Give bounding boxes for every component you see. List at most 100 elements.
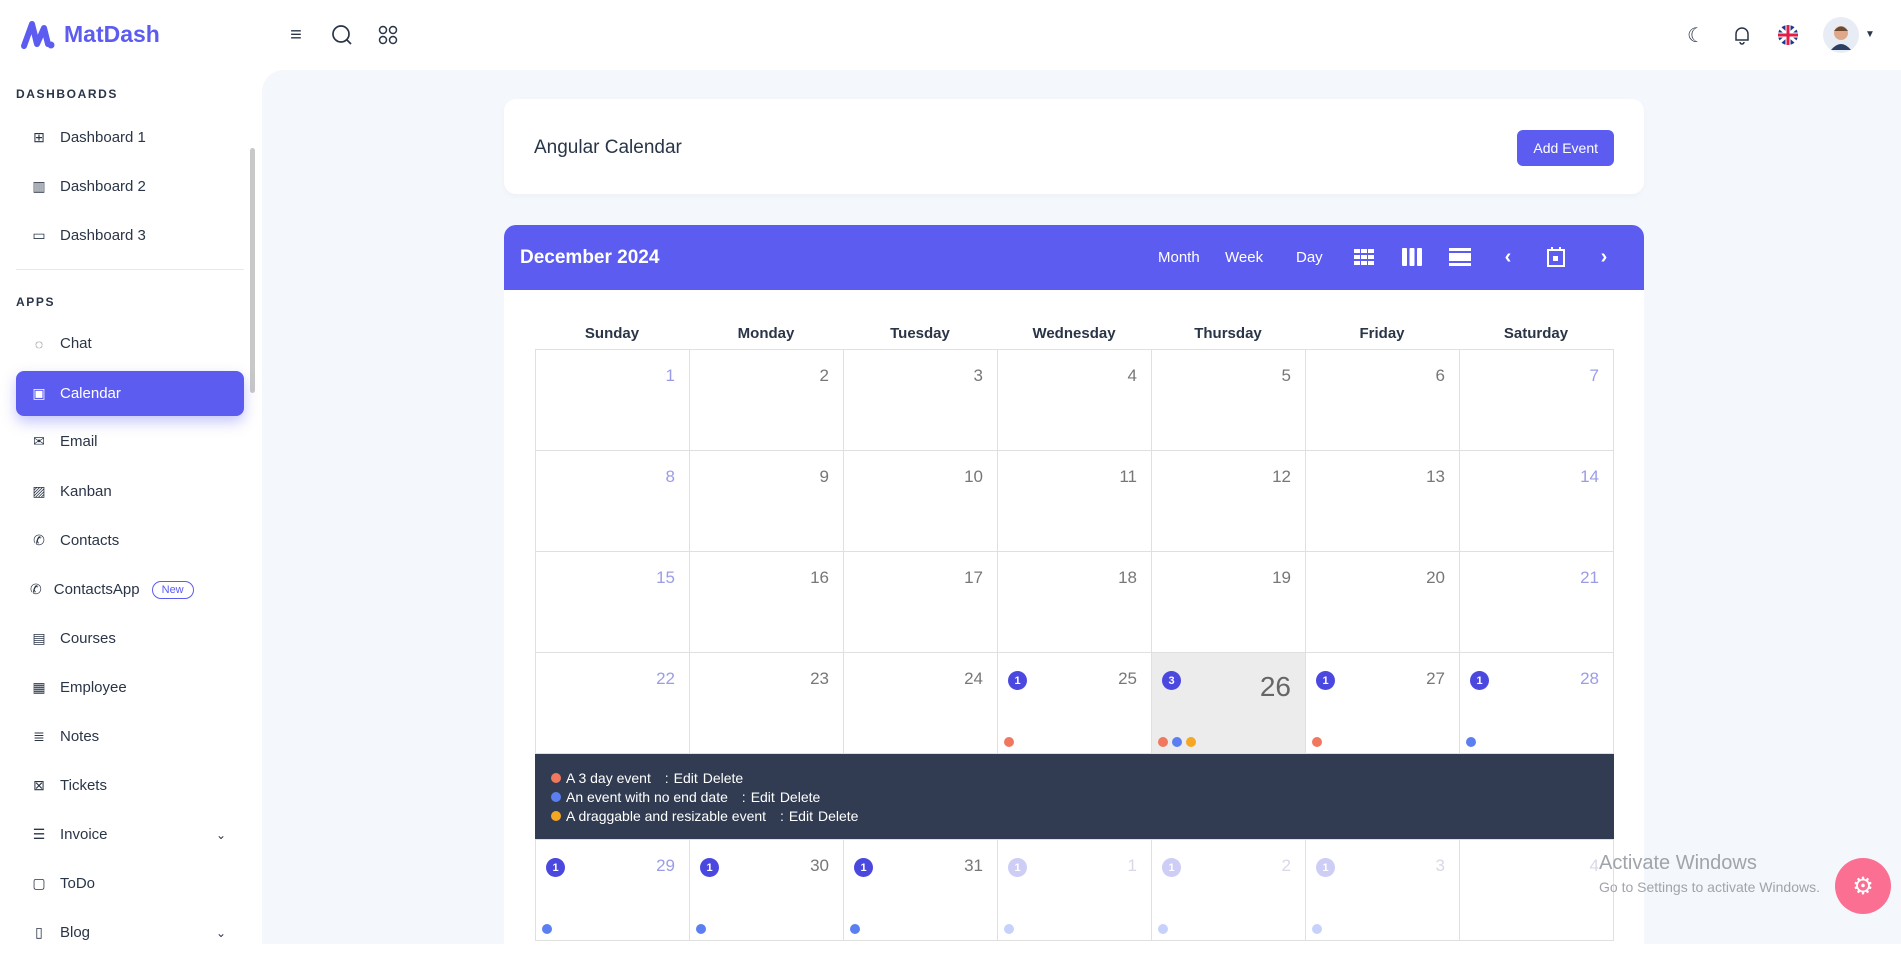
day-cell[interactable]: 14 xyxy=(1460,451,1614,552)
add-event-button[interactable]: Add Event xyxy=(1517,130,1614,166)
edit-event-link[interactable]: Edit xyxy=(674,770,698,786)
day-cell[interactable]: 17 xyxy=(844,552,998,653)
day-cell[interactable]: 31 1 xyxy=(844,840,998,941)
day-cell[interactable]: 31 xyxy=(1306,840,1460,941)
day-cell[interactable]: 13 xyxy=(1306,451,1460,552)
day-cell[interactable]: 8 xyxy=(536,451,690,552)
week-row: 8 9 10 11 12 13 14 xyxy=(536,451,1614,552)
event-dot[interactable] xyxy=(1158,737,1168,747)
day-cell[interactable]: 1 xyxy=(536,350,690,451)
notification-bell-icon[interactable] xyxy=(1729,22,1755,48)
event-dot[interactable] xyxy=(1158,924,1168,934)
day-cell[interactable]: 20 xyxy=(1306,552,1460,653)
month-grid-icon[interactable] xyxy=(1352,245,1376,269)
event-dot[interactable] xyxy=(850,924,860,934)
sidebar-item-email[interactable]: ✉ Email xyxy=(16,419,244,464)
sidebar-item-employee[interactable]: ▦ Employee xyxy=(16,665,244,710)
dark-mode-moon-icon[interactable]: ☾ xyxy=(1683,22,1709,48)
day-cell[interactable]: 24 xyxy=(844,653,998,754)
delete-event-link[interactable]: Delete xyxy=(703,770,743,786)
day-cell[interactable]: 22 xyxy=(536,653,690,754)
event-dot[interactable] xyxy=(1466,737,1476,747)
event-dot[interactable] xyxy=(1172,737,1182,747)
event-title-link[interactable]: A draggable and resizable event xyxy=(566,808,766,824)
day-cell[interactable]: 15 xyxy=(536,552,690,653)
day-cell[interactable]: 25 1 xyxy=(998,653,1152,754)
day-cell[interactable]: 29 1 xyxy=(536,840,690,941)
day-rows-icon[interactable] xyxy=(1448,245,1472,269)
sidebar-item-todo[interactable]: ▢ ToDo xyxy=(16,861,244,906)
day-cell[interactable]: 23 xyxy=(690,653,844,754)
day-cell[interactable]: 11 xyxy=(998,451,1152,552)
language-flag-uk-icon[interactable] xyxy=(1775,22,1801,48)
sidebar-item-label: Chat xyxy=(60,335,92,352)
view-week-button[interactable]: Week xyxy=(1225,249,1263,266)
sidebar-item-calendar[interactable]: ▣ Calendar xyxy=(16,371,244,416)
chevron-down-icon[interactable]: ⌄ xyxy=(216,926,226,940)
sidebar-item-dashboard-2[interactable]: ▥ Dashboard 2 xyxy=(16,164,244,209)
day-cell[interactable]: 5 xyxy=(1152,350,1306,451)
day-cell[interactable]: 12 xyxy=(1152,451,1306,552)
view-day-button[interactable]: Day xyxy=(1296,249,1323,266)
sidebar-item-contactsapp[interactable]: ✆ ContactsApp New xyxy=(16,567,244,612)
day-cell[interactable]: 30 1 xyxy=(690,840,844,941)
user-avatar[interactable] xyxy=(1823,17,1859,53)
user-menu-caret-icon[interactable]: ▼ xyxy=(1865,29,1875,40)
day-cell[interactable]: 26 3 xyxy=(1152,653,1306,754)
event-dot[interactable] xyxy=(1312,924,1322,934)
event-dot[interactable] xyxy=(542,924,552,934)
event-title-link[interactable]: A 3 day event xyxy=(566,770,651,786)
day-cell[interactable]: 27 1 xyxy=(1306,653,1460,754)
sidebar-item-dashboard-1[interactable]: ⊞ Dashboard 1 xyxy=(16,115,244,160)
chevron-down-icon[interactable]: ⌄ xyxy=(216,828,226,842)
apps-grid-icon[interactable] xyxy=(375,22,401,48)
sidebar-scrollbar[interactable] xyxy=(250,148,255,393)
day-cell[interactable]: 18 xyxy=(998,552,1152,653)
day-cell[interactable]: 19 xyxy=(1152,552,1306,653)
sidebar-item-kanban[interactable]: ▨ Kanban xyxy=(16,469,244,514)
day-cell[interactable]: 4 xyxy=(1460,840,1614,941)
day-cell[interactable]: 21 xyxy=(1152,840,1306,941)
day-cell[interactable]: 16 xyxy=(690,552,844,653)
day-number: 16 xyxy=(810,568,829,587)
previous-chevron-icon[interactable]: ‹ xyxy=(1496,245,1520,269)
search-icon[interactable] xyxy=(329,22,355,48)
next-chevron-icon[interactable]: › xyxy=(1592,245,1616,269)
week-columns-icon[interactable] xyxy=(1400,245,1424,269)
event-dot[interactable] xyxy=(696,924,706,934)
delete-event-link[interactable]: Delete xyxy=(780,789,820,805)
day-cell[interactable]: 9 xyxy=(690,451,844,552)
chart-bar-icon: ▥ xyxy=(32,178,46,194)
day-cell[interactable]: 3 xyxy=(844,350,998,451)
event-dot[interactable] xyxy=(1004,737,1014,747)
day-cell[interactable]: 28 1 xyxy=(1460,653,1614,754)
sidebar-item-courses[interactable]: ▤ Courses xyxy=(16,616,244,661)
event-dot[interactable] xyxy=(1186,737,1196,747)
edit-event-link[interactable]: Edit xyxy=(789,808,813,824)
sidebar-item-contacts[interactable]: ✆ Contacts xyxy=(16,518,244,563)
event-dot[interactable] xyxy=(1004,924,1014,934)
day-cell[interactable]: 21 xyxy=(1460,552,1614,653)
sidebar-item-invoice[interactable]: ☰ Invoice ⌄ xyxy=(16,812,244,857)
edit-event-link[interactable]: Edit xyxy=(751,789,775,805)
day-cell[interactable]: 6 xyxy=(1306,350,1460,451)
sidebar-item-dashboard-3[interactable]: ▭ Dashboard 3 xyxy=(16,213,244,258)
brand-logo[interactable]: MatDash xyxy=(20,18,160,50)
day-cell[interactable]: 10 xyxy=(844,451,998,552)
sidebar-item-tickets[interactable]: ⊠ Tickets xyxy=(16,763,244,808)
settings-gear-button[interactable]: ⚙ xyxy=(1835,858,1891,914)
event-title-link[interactable]: An event with no end date xyxy=(566,789,728,805)
day-cell[interactable]: 7 xyxy=(1460,350,1614,451)
day-cell[interactable]: 11 xyxy=(998,840,1152,941)
delete-event-link[interactable]: Delete xyxy=(818,808,858,824)
event-dot[interactable] xyxy=(1312,737,1322,747)
sidebar-item-chat[interactable]: ◌ Chat xyxy=(16,321,244,366)
event-count-badge: 1 xyxy=(700,858,719,877)
sidebar-item-notes[interactable]: ≣ Notes xyxy=(16,714,244,759)
day-cell[interactable]: 4 xyxy=(998,350,1152,451)
view-month-button[interactable]: Month xyxy=(1158,249,1200,266)
today-calendar-icon[interactable] xyxy=(1544,245,1568,269)
sidebar-item-blog[interactable]: ▯ Blog ⌄ xyxy=(16,910,244,955)
menu-toggle-icon[interactable]: ≡ xyxy=(283,22,309,48)
day-cell[interactable]: 2 xyxy=(690,350,844,451)
